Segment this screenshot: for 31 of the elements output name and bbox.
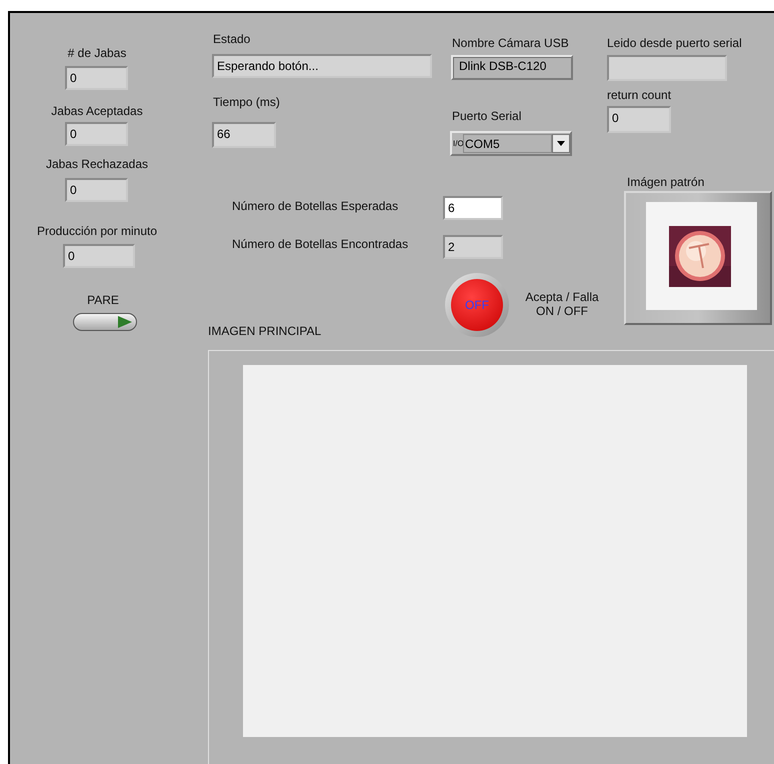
indicator-label: Jabas Rechazadas [44,157,150,171]
led-caption: Acepta / Falla [524,290,600,304]
indicator-field: 2 [443,235,503,259]
led-caption: ON / OFF [535,304,589,318]
dropdown-value: COM5 [463,134,552,153]
button-label: PARE [86,293,120,307]
toggle-switch[interactable] [73,313,137,331]
indicator-field: 0 [65,122,128,146]
indicator-label: return count [607,88,672,102]
camera-name-field: Dlink DSB-C120 [451,55,573,80]
indicator-label: Leido desde puerto serial [607,36,742,50]
field-label: Número de Botellas Esperadas [232,199,398,213]
triangle-icon [118,316,132,328]
indicator-label: Tiempo (ms) [213,95,280,109]
indicator-field: 0 [65,66,128,90]
indicator-label: Estado [213,32,250,46]
indicator-label: Producción por minuto [36,224,158,238]
indicator-field: 66 [212,122,276,148]
indicator-label: Nombre Cámara USB [452,36,569,50]
input-field: 6 [443,196,503,220]
indicator-field: 0 [63,244,135,268]
indicator-label: # de Jabas [66,46,128,60]
image-label: IMAGEN PRINCIPAL [208,324,322,338]
indicator-label: Puerto Serial [452,109,522,123]
image-label: Imágen patrón [627,175,704,189]
status-field: Esperando botón... [212,54,432,78]
indicator-field: 0 [607,106,671,133]
indicator-field: 0 [65,178,128,202]
field-label: Número de Botellas Encontradas [232,237,408,251]
indicator-label: Jabas Aceptadas [50,104,144,118]
io-prefix: I/O [453,140,463,148]
